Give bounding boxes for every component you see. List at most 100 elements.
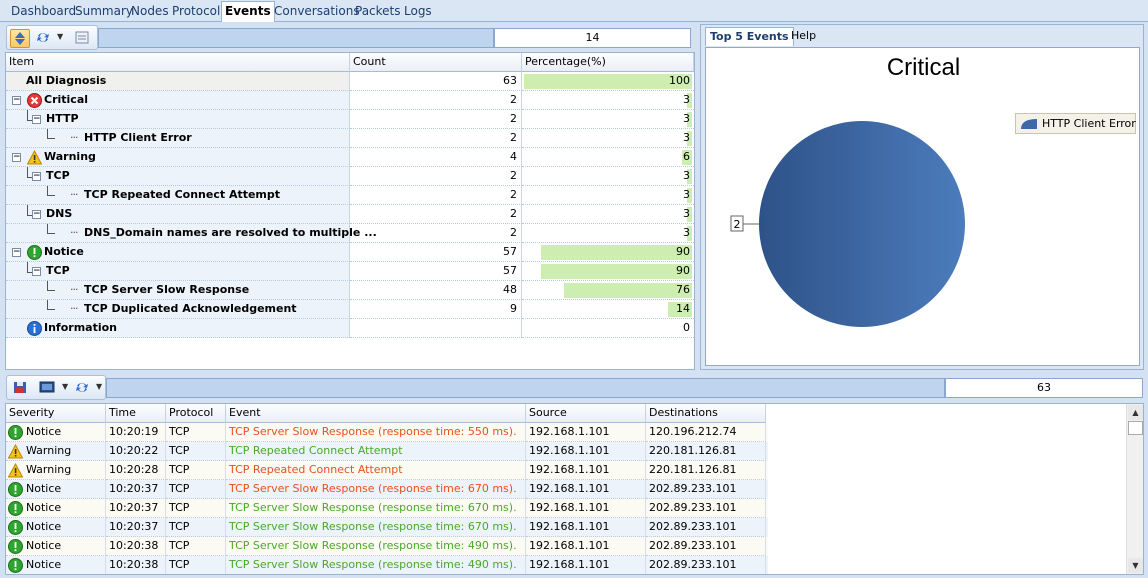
tab-nodes[interactable]: Nodes xyxy=(128,3,172,21)
column-header-event[interactable]: Event xyxy=(226,404,526,423)
event-row[interactable]: Warning 10:20:22 TCP TCP Repeated Connect A… xyxy=(6,442,768,461)
percentage-value: 90 xyxy=(676,264,690,277)
tree-percentage-cell: 14 xyxy=(522,300,694,319)
column-header-percentage[interactable]: Percentage(%) xyxy=(522,53,694,72)
warning-icon xyxy=(8,444,23,459)
tab-protocol[interactable]: Protocol xyxy=(169,3,223,21)
event-cell-time: 10:20:37 xyxy=(106,480,166,499)
notice-icon xyxy=(8,539,23,554)
event-cell-source: 192.168.1.101 xyxy=(526,461,646,480)
collapse-toggle[interactable]: − xyxy=(32,172,41,181)
refresh-button[interactable] xyxy=(34,29,54,48)
column-header-severity[interactable]: Severity xyxy=(6,404,106,423)
tree-row[interactable]: ··· TCP Duplicated Acknowledgement 9 14 xyxy=(6,300,694,319)
tree-item-label: TCP Repeated Connect Attempt xyxy=(84,188,281,201)
tree-row[interactable]: − DNS 2 3 xyxy=(6,205,694,224)
export-button[interactable] xyxy=(11,379,31,398)
column-header-time[interactable]: Time xyxy=(106,404,166,423)
collapse-toggle[interactable]: − xyxy=(32,115,41,124)
scroll-down-icon[interactable]: ▼ xyxy=(1128,558,1143,573)
refresh-dropdown-icon[interactable]: ▼ xyxy=(57,32,63,41)
tree-row[interactable]: − HTTP 2 3 xyxy=(6,110,694,129)
percentage-value: 3 xyxy=(683,112,690,125)
event-row[interactable]: Notice 10:20:38 TCP TCP Server Slow Respons… xyxy=(6,556,768,574)
event-cell-time: 10:20:38 xyxy=(106,537,166,556)
warning-icon xyxy=(8,463,23,478)
tree-row[interactable]: ··· HTTP Client Error 2 3 xyxy=(6,129,694,148)
scroll-thumb[interactable] xyxy=(1128,421,1143,435)
pie-slice-http-client-error xyxy=(759,121,965,327)
event-refresh-button[interactable] xyxy=(73,379,93,398)
scroll-up-icon[interactable]: ▲ xyxy=(1128,405,1143,420)
tree-row[interactable]: ··· TCP Server Slow Response 48 76 xyxy=(6,281,694,300)
layout-button[interactable] xyxy=(73,29,93,48)
event-refresh-dropdown-icon[interactable]: ▼ xyxy=(96,382,102,391)
percentage-value: 3 xyxy=(683,226,690,239)
tree-row[interactable]: − Notice 57 90 xyxy=(6,243,694,262)
tree-percentage-cell: 0 xyxy=(522,319,694,338)
tree-item-cell: ··· DNS_Domain names are resolved to mult… xyxy=(6,224,377,243)
event-cell-severity: Warning xyxy=(6,461,106,480)
tab-summary[interactable]: Summary xyxy=(72,3,136,21)
tree-row[interactable]: − TCP 2 3 xyxy=(6,167,694,186)
tab-packets[interactable]: Packets xyxy=(352,3,404,21)
event-cell-event: TCP Server Slow Response (response time:… xyxy=(226,480,526,499)
tab-conversations[interactable]: Conversations xyxy=(271,3,363,21)
event-row[interactable]: Notice 10:20:38 TCP TCP Server Slow Respons… xyxy=(6,537,768,556)
tree-percentage-cell: 3 xyxy=(522,91,694,110)
tree-percentage-cell: 3 xyxy=(522,224,694,243)
event-row[interactable]: Notice 10:20:37 TCP TCP Server Slow Respons… xyxy=(6,518,768,537)
tree-item-cell: − DNS xyxy=(6,205,350,224)
tree-row[interactable]: All Diagnosis 63 100 xyxy=(6,72,694,91)
tree-row[interactable]: − Warning 4 6 xyxy=(6,148,694,167)
event-row[interactable]: Notice 10:20:37 TCP TCP Server Slow Respons… xyxy=(6,480,768,499)
event-cell-event: TCP Repeated Connect Attempt xyxy=(226,442,526,461)
severity-label: Notice xyxy=(26,520,62,533)
tree-dots: ··· xyxy=(70,283,78,296)
percentage-bar xyxy=(540,264,692,279)
tree-row[interactable]: Information 0 xyxy=(6,319,694,338)
column-header-count[interactable]: Count xyxy=(350,53,522,72)
event-row[interactable]: Notice 10:20:37 TCP TCP Server Slow Respons… xyxy=(6,499,768,518)
tree-item-label: HTTP Client Error xyxy=(84,131,192,144)
view-button[interactable] xyxy=(38,379,58,398)
top-events-chart: Critical HTTP Client Error 2 xyxy=(705,47,1140,366)
tree-row[interactable]: ··· TCP Repeated Connect Attempt 2 3 xyxy=(6,186,694,205)
column-header-protocol[interactable]: Protocol xyxy=(166,404,226,423)
tree-row[interactable]: ··· DNS_Domain names are resolved to mult… xyxy=(6,224,694,243)
tree-count-cell: 57 xyxy=(350,262,522,281)
collapse-toggle[interactable]: − xyxy=(12,153,21,162)
monitor-icon xyxy=(39,381,55,393)
tab-events[interactable]: Events xyxy=(221,1,275,22)
collapse-toggle[interactable]: − xyxy=(12,96,21,105)
column-header-destinations[interactable]: Destinations xyxy=(646,404,766,423)
event-cell-severity: Warning xyxy=(6,442,106,461)
event-cell-source: 192.168.1.101 xyxy=(526,537,646,556)
event-row[interactable]: Notice 10:20:19 TCP TCP Server Slow Respons… xyxy=(6,423,768,442)
event-row[interactable]: Warning 10:20:28 TCP TCP Repeated Connect A… xyxy=(6,461,768,480)
tab-help[interactable]: Help xyxy=(787,27,820,46)
event-list-grid: ▲ ▼ Severity Time Protocol Event Source Desti… xyxy=(5,403,1144,575)
tab-logs[interactable]: Logs xyxy=(401,3,435,21)
vertical-scrollbar[interactable]: ▲ ▼ xyxy=(1126,404,1143,574)
column-header-source[interactable]: Source xyxy=(526,404,646,423)
notice-icon xyxy=(8,501,23,516)
collapse-toggle[interactable]: − xyxy=(32,267,41,276)
column-header-item[interactable]: Item xyxy=(6,53,350,72)
tree-row[interactable]: − Critical 2 3 xyxy=(6,91,694,110)
notice-icon xyxy=(27,245,42,260)
event-cell-source: 192.168.1.101 xyxy=(526,423,646,442)
tab-top-5-events[interactable]: Top 5 Events xyxy=(705,27,794,46)
view-dropdown-icon[interactable]: ▼ xyxy=(62,382,68,391)
tree-item-cell: All Diagnosis xyxy=(6,72,350,91)
sort-toggle-button[interactable] xyxy=(10,29,30,48)
tree-count-cell: 2 xyxy=(350,129,522,148)
tree-count-cell: 2 xyxy=(350,205,522,224)
collapse-toggle[interactable]: − xyxy=(32,210,41,219)
event-cell-dest: 202.89.233.101 xyxy=(646,537,766,556)
collapse-toggle[interactable]: − xyxy=(12,248,21,257)
tree-item-cell: − Critical xyxy=(6,91,350,110)
tree-row[interactable]: − TCP 57 90 xyxy=(6,262,694,281)
event-cell-severity: Notice xyxy=(6,480,106,499)
tab-dashboard[interactable]: Dashboard xyxy=(8,3,79,21)
